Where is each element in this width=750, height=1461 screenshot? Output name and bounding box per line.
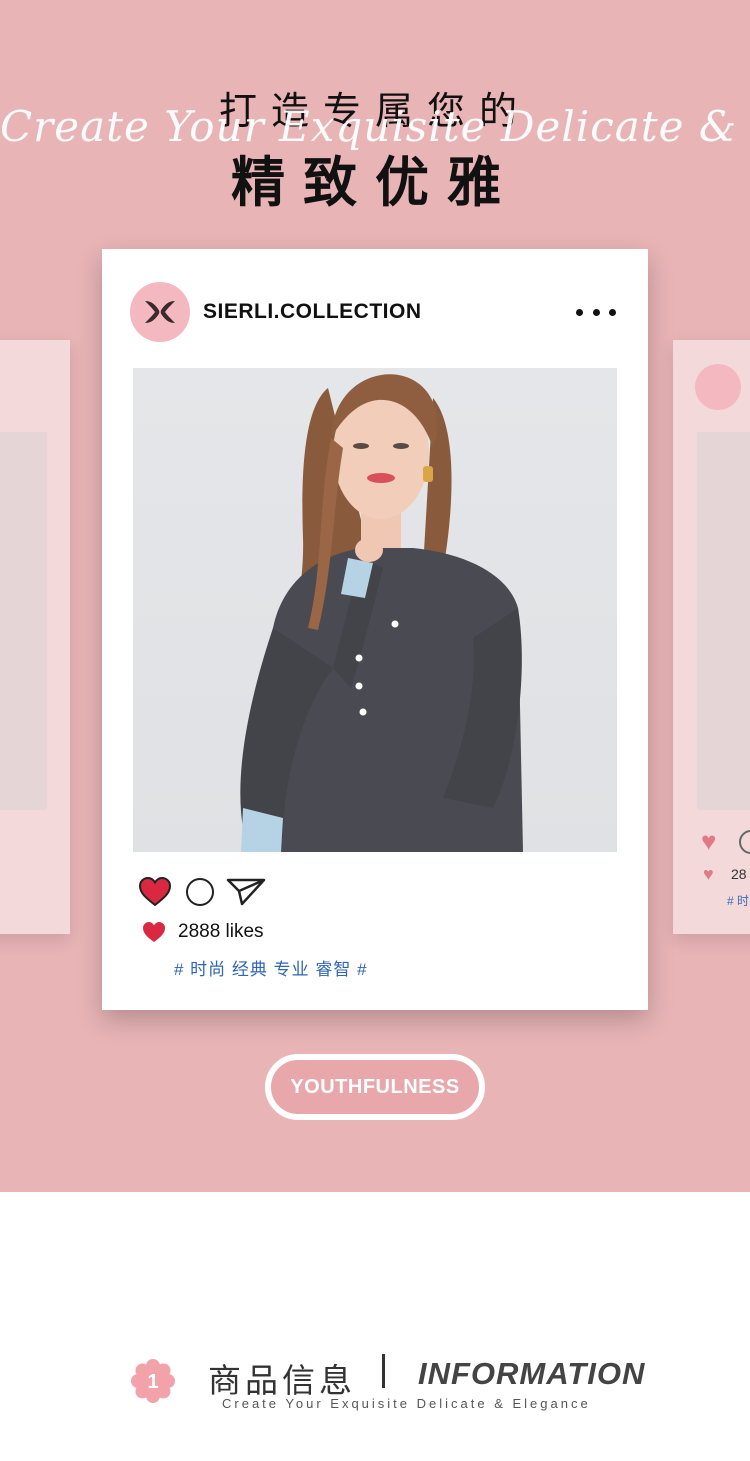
small-heart-icon bbox=[143, 922, 165, 942]
heart-icon[interactable] bbox=[138, 876, 172, 908]
likes-count: 2888 likes bbox=[178, 921, 264, 942]
section-title-cn: 商品信息 bbox=[208, 1361, 356, 1400]
section-title-en: INFORMATION bbox=[418, 1356, 646, 1391]
side-comment-icon bbox=[739, 830, 750, 854]
side-heart-icon: ♥ bbox=[701, 826, 717, 856]
more-dots-icon[interactable] bbox=[576, 298, 616, 326]
side-avatar bbox=[695, 364, 741, 410]
post-card: SIERLI.COLLECTION 2888 likes # 时尚 经典 专业 … bbox=[102, 249, 648, 1010]
side-post-photo-placeholder bbox=[697, 432, 750, 810]
side-likes-count: 28 bbox=[731, 866, 747, 882]
likes-row: 2888 likes bbox=[142, 921, 264, 943]
avatar[interactable] bbox=[130, 282, 190, 342]
info-section-header: 1 商品信息 INFORMATION Create Your Exquisite… bbox=[130, 1352, 650, 1422]
side-post-card-right: ♥ ♥ 28 # 时 bbox=[673, 340, 750, 934]
comment-icon[interactable] bbox=[186, 878, 214, 906]
youthfulness-badge: YOUTHFULNESS bbox=[265, 1054, 485, 1120]
post-actions bbox=[138, 875, 266, 909]
model-illustration bbox=[240, 374, 523, 852]
section-subtitle: Create Your Exquisite Delicate & Eleganc… bbox=[222, 1396, 591, 1411]
section-number: 1 bbox=[147, 1371, 158, 1393]
side-tags: # 时 bbox=[727, 894, 750, 908]
account-handle[interactable]: SIERLI.COLLECTION bbox=[203, 300, 422, 324]
side-post-card-left bbox=[0, 340, 70, 934]
post-tags[interactable]: # 时尚 经典 专业 睿智 # bbox=[174, 955, 368, 980]
send-icon[interactable] bbox=[226, 876, 266, 908]
hero-section: 打造专属您的 Create Your Exquisite Delicate & … bbox=[0, 0, 750, 1192]
brand-logo-icon bbox=[145, 301, 175, 323]
flower-badge-icon: 1 bbox=[131, 1359, 175, 1403]
post-photo[interactable] bbox=[133, 368, 617, 852]
title-divider bbox=[382, 1354, 385, 1388]
side-post-photo-placeholder bbox=[0, 432, 47, 810]
side-small-heart-icon: ♥ bbox=[703, 864, 714, 884]
headline-line-2: 精致优雅 bbox=[231, 151, 519, 214]
